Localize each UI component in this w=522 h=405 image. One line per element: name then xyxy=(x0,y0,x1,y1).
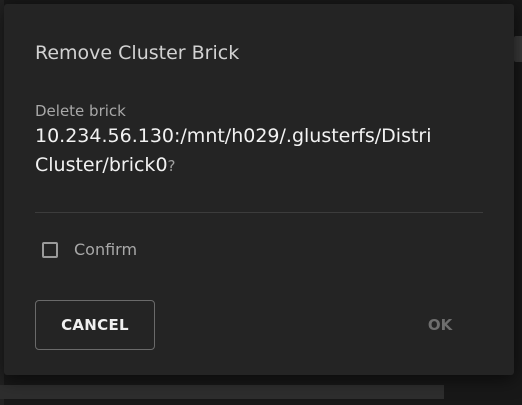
brick-path-text: Cluster/brick0 xyxy=(35,154,168,176)
remove-brick-dialog: Remove Cluster Brick Delete brick 10.234… xyxy=(4,4,514,375)
brick-path-line-2: Cluster/brick0? xyxy=(35,151,514,181)
ok-button[interactable]: OK xyxy=(404,300,476,350)
background-horizontal-scrollbar xyxy=(0,385,444,399)
checkbox-unchecked-icon[interactable] xyxy=(42,241,58,258)
dialog-title: Remove Cluster Brick xyxy=(35,42,240,64)
brick-path-line-1: 10.234.56.130:/mnt/h029/.glusterfs/Distr… xyxy=(35,125,432,147)
question-mark: ? xyxy=(167,157,176,175)
background-scroll-handle xyxy=(514,36,522,62)
delete-brick-message: Delete brick xyxy=(35,102,126,120)
cancel-button[interactable]: CANCEL xyxy=(35,300,155,350)
dialog-content: Delete brick 10.234.56.130:/mnt/h029/.gl… xyxy=(35,100,514,181)
confirm-checkbox-row[interactable]: Confirm xyxy=(42,240,137,259)
dialog-divider xyxy=(35,212,483,213)
confirm-label: Confirm xyxy=(74,240,138,259)
